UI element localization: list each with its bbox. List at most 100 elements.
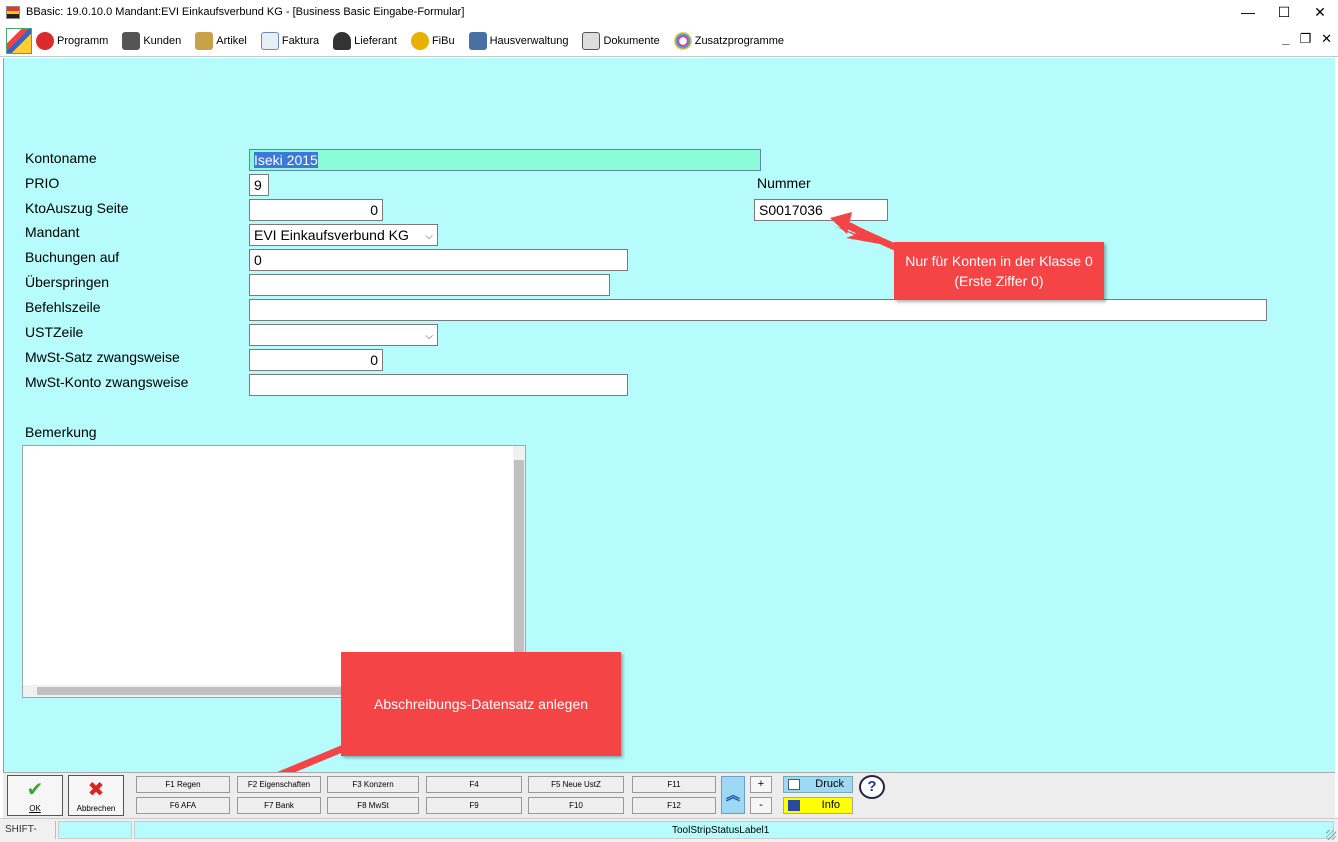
f12-button[interactable]: F12 <box>632 797 716 814</box>
cross-icon: ✖ <box>87 779 105 801</box>
label-buchungen: Buchungen auf <box>25 249 120 265</box>
label-kontoname: Kontoname <box>25 150 97 166</box>
druck-button[interactable]: Druck <box>783 776 853 793</box>
chevron-down-icon: ⌵ <box>425 331 433 342</box>
menu-item-fibu[interactable]: FiBu <box>410 31 455 50</box>
menu-item-lieferant[interactable]: Lieferant <box>333 31 397 50</box>
mdi-minimize-button[interactable]: _ <box>1282 31 1289 47</box>
status-bar: SHIFT-Taste ToolStripStatusLabel1 <box>0 818 1338 842</box>
menu-bar: Programm Kunden Artikel Faktura Lieferan… <box>0 25 1338 57</box>
menu-item-label: Lieferant <box>354 34 397 47</box>
callout-afa: Abschreibungs-Datensatz anlegen <box>341 652 621 756</box>
f2-button[interactable]: F2 Eigenschaften <box>237 776 321 793</box>
menu-item-kunden[interactable]: Kunden <box>122 31 182 50</box>
checkmark-icon: ✔ <box>26 779 44 801</box>
mwst-konto-field[interactable] <box>249 374 628 396</box>
menu-item-faktura[interactable]: Faktura <box>260 31 319 50</box>
lieferant-icon <box>333 31 352 50</box>
mwst-satz-field[interactable]: 0 <box>249 349 383 371</box>
menu-item-programm[interactable]: Programm <box>36 31 109 50</box>
druck-label: Druck <box>815 778 844 790</box>
info-button[interactable]: Info <box>783 797 853 814</box>
programm-icon <box>36 31 54 50</box>
form-area: Kontoname Iseki 2015 PRIO 9 Nummer KtoAu… <box>3 58 1335 772</box>
abbrechen-button[interactable]: ✖ Abbrechen <box>68 775 124 816</box>
printer-icon <box>788 779 800 790</box>
kontoname-value: Iseki 2015 <box>254 152 318 168</box>
mdi-close-button[interactable]: ✕ <box>1321 31 1332 47</box>
ok-label: OK <box>29 804 41 813</box>
f6-button[interactable]: F6 AFA <box>136 797 230 814</box>
f7-button[interactable]: F7 Bank <box>237 797 321 814</box>
buchungen-field[interactable]: 0 <box>249 249 628 271</box>
menu-item-label: Zusatzprogramme <box>694 34 784 47</box>
befehlszeile-field[interactable] <box>249 299 1267 321</box>
menu-item-hausverwaltung[interactable]: Hausverwaltung <box>468 31 568 50</box>
f1-button[interactable]: F1 Regen <box>136 776 230 793</box>
ok-button[interactable]: ✔ OK <box>7 775 63 816</box>
bbasic-logo-icon[interactable] <box>6 27 32 54</box>
dokumente-icon <box>582 31 601 50</box>
close-button[interactable]: ✕ <box>1302 0 1338 24</box>
ktoauszug-field[interactable]: 0 <box>249 199 383 221</box>
title-bar: BBasic: 19.0.10.0 Mandant:EVI Einkaufsve… <box>0 0 1338 24</box>
mdi-controls: _ ❐ ✕ <box>1282 31 1332 47</box>
info-icon <box>788 800 800 811</box>
menu-item-label: Dokumente <box>603 34 660 47</box>
faktura-icon <box>260 31 279 50</box>
arrow-to-nummer <box>834 222 897 247</box>
window-title: BBasic: 19.0.10.0 Mandant:EVI Einkaufsve… <box>26 6 465 18</box>
label-nummer: Nummer <box>757 175 811 191</box>
ueberspringen-field[interactable] <box>249 274 610 296</box>
f4-button[interactable]: F4 <box>426 776 522 793</box>
label-mandant: Mandant <box>25 224 80 240</box>
menu-item-label: Programm <box>57 34 109 47</box>
artikel-icon <box>195 31 214 50</box>
toggle-fkeys-button[interactable]: ︽ <box>721 776 745 814</box>
resize-grip-icon[interactable] <box>1326 830 1336 840</box>
help-icon[interactable]: ? <box>859 775 885 799</box>
maximize-button[interactable]: ☐ <box>1266 0 1302 24</box>
info-label: Info <box>821 799 840 811</box>
menu-item-dokumente[interactable]: Dokumente <box>582 31 660 50</box>
menu-item-artikel[interactable]: Artikel <box>195 31 247 50</box>
menu-item-zusatzprogramme[interactable]: Zusatzprogramme <box>673 31 784 50</box>
kunden-icon <box>122 31 141 50</box>
status-label: ToolStripStatusLabel1 <box>134 821 1334 839</box>
minimize-button[interactable]: — <box>1230 0 1266 24</box>
label-ueberspringen: Überspringen <box>25 274 110 290</box>
hausverwaltung-icon <box>468 31 487 50</box>
vertical-scrollbar[interactable] <box>513 446 525 686</box>
plus-button[interactable]: + <box>750 776 772 793</box>
mandant-value: EVI Einkaufsverbund KG <box>254 227 409 243</box>
label-mwst-satz: MwSt-Satz zwangsweise <box>25 349 180 365</box>
function-key-bar: ✔ OK ✖ Abbrechen F1 Regen F2 Eigenschaft… <box>3 772 1335 818</box>
fibu-icon <box>410 31 429 50</box>
status-segment-2 <box>58 821 132 839</box>
status-shift: SHIFT-Taste <box>2 821 56 839</box>
menu-item-label: Kunden <box>143 34 182 47</box>
f5-button[interactable]: F5 Neue UstZ <box>528 776 624 793</box>
f8-button[interactable]: F8 MwSt <box>327 797 419 814</box>
nummer-field[interactable]: S0017036 <box>754 199 888 221</box>
window-controls: — ☐ ✕ <box>1230 0 1338 24</box>
mandant-select[interactable]: EVI Einkaufsverbund KG ⌵ <box>249 224 438 246</box>
ustzeile-select[interactable]: ⌵ <box>249 324 438 346</box>
label-ustzeile: USTZeile <box>25 324 84 340</box>
mdi-restore-button[interactable]: ❐ <box>1299 31 1311 47</box>
kontoname-field[interactable]: Iseki 2015 <box>249 149 761 171</box>
f3-button[interactable]: F3 Konzern <box>327 776 419 793</box>
f11-button[interactable]: F11 <box>632 776 716 793</box>
label-mwst-konto: MwSt-Konto zwangsweise <box>25 374 189 390</box>
f9-button[interactable]: F9 <box>426 797 522 814</box>
abbrechen-label: Abbrechen <box>76 804 116 813</box>
prio-field[interactable]: 9 <box>249 174 269 196</box>
f10-button[interactable]: F10 <box>528 797 624 814</box>
minus-button[interactable]: - <box>750 797 772 814</box>
label-bemerkung: Bemerkung <box>25 424 97 440</box>
callout-afa-text: Abschreibungs-Datensatz anlegen <box>373 696 589 712</box>
menu-item-label: Artikel <box>216 34 247 47</box>
double-chevron-up-icon: ︽ <box>726 787 740 803</box>
zusatzprogramme-icon <box>673 31 692 50</box>
label-prio: PRIO <box>25 175 60 191</box>
